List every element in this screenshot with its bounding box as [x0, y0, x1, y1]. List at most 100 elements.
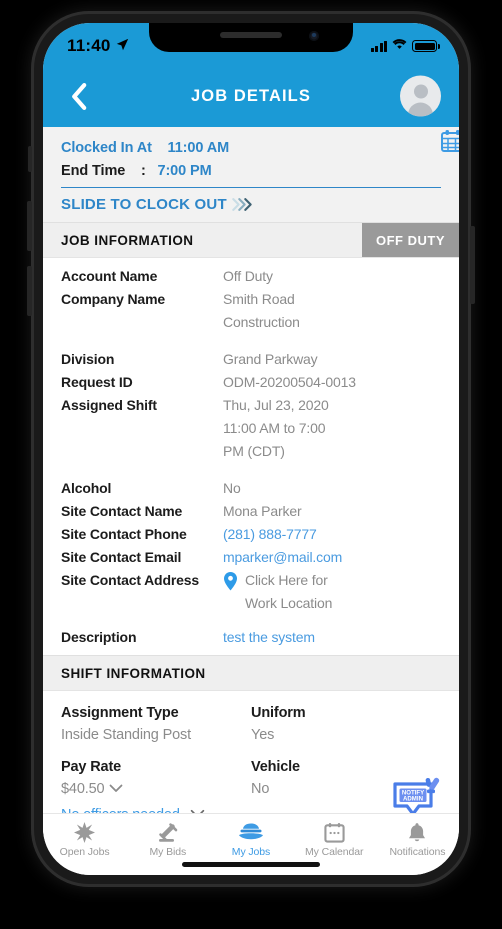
row-site-contact-name: Site Contact Name Mona Parker — [43, 500, 459, 523]
tab-label-my-bids: My Bids — [149, 846, 187, 858]
phone-notch — [149, 23, 353, 52]
row-account-name: Account Name Off Duty — [43, 265, 459, 288]
location-arrow-icon — [116, 36, 129, 56]
tab-notifications[interactable]: Notifications — [376, 821, 459, 858]
label-assigned-shift: Assigned Shift — [61, 397, 157, 413]
tab-label-my-calendar: My Calendar — [304, 846, 364, 858]
row-description: Description test the system — [43, 626, 459, 649]
shift-detail-group: Division Grand Parkway Request ID ODM-20… — [43, 130, 459, 470]
tab-my-bids[interactable]: My Bids — [126, 821, 209, 858]
page-title: JOB DETAILS — [191, 86, 311, 105]
map-pin-icon — [223, 572, 238, 591]
value-request-id: ODM-20200504-0013 — [223, 374, 356, 390]
gavel-icon — [157, 821, 179, 843]
value-site-contact-address[interactable]: Click Here for Work Location — [223, 569, 353, 615]
label-site-contact-address: Site Contact Address — [61, 572, 200, 588]
label-site-contact-name: Site Contact Name — [61, 503, 183, 519]
wifi-icon — [392, 37, 407, 55]
row-site-contact-phone: Site Contact Phone (281) 888-7777 — [43, 523, 459, 546]
tab-my-calendar[interactable]: My Calendar — [293, 821, 376, 858]
user-avatar-icon — [413, 84, 428, 99]
end-time-row: End Time : 7:00 PM — [61, 160, 441, 188]
label-uniform: Uniform — [251, 705, 306, 721]
label-site-contact-phone: Site Contact Phone — [61, 526, 187, 542]
end-time-value: 7:00 PM — [157, 163, 212, 179]
value-assigned-shift: Thu, Jul 23, 2020 11:00 AM to 7:00 PM (C… — [223, 397, 329, 459]
avatar[interactable] — [400, 75, 441, 117]
value-alcohol: No — [223, 480, 241, 496]
status-bar-indicators — [370, 33, 440, 55]
value-uniform: Yes — [251, 727, 275, 743]
value-site-contact-phone[interactable]: (281) 888-7777 — [223, 523, 441, 546]
assignment-uniform-row: Assignment Type Inside Standing Post Uni… — [43, 702, 459, 746]
pay-rate-dropdown[interactable]: $40.50 — [61, 778, 251, 800]
value-site-contact-email[interactable]: mparker@mail.com — [223, 546, 441, 569]
end-time-separator: : — [140, 163, 146, 179]
value-pay-rate: $40.50 — [61, 781, 105, 797]
value-company-name: Smith Road Construction — [223, 291, 300, 330]
front-camera — [309, 31, 319, 41]
status-bar-time-group: 11:40 — [67, 32, 129, 56]
value-account-name: Off Duty — [223, 268, 273, 284]
job-information-header: JOB INFORMATION OFF DUTY — [43, 222, 459, 258]
row-company-name: Company Name Smith Road Construction — [43, 288, 459, 334]
row-request-id: Request ID ODM-20200504-0013 — [43, 371, 459, 394]
earpiece-speaker — [220, 32, 282, 38]
value-division: Grand Parkway — [223, 351, 318, 367]
mute-switch[interactable] — [28, 146, 32, 172]
assignment-type-cell: Assignment Type Inside Standing Post — [61, 702, 251, 746]
status-badge: OFF DUTY — [362, 223, 459, 257]
end-time-label: End Time — [61, 163, 126, 179]
row-division: Division Grand Parkway — [43, 348, 459, 371]
row-site-contact-email: Site Contact Email mparker@mail.com — [43, 546, 459, 569]
star-burst-icon — [74, 821, 96, 843]
status-bar-time: 11:40 — [67, 36, 111, 55]
home-indicator[interactable] — [182, 862, 320, 867]
power-button[interactable] — [470, 226, 475, 304]
clocked-in-value: 11:00 AM — [167, 140, 230, 156]
police-cap-icon — [238, 821, 264, 843]
notify-admin-line2: ADMIN — [403, 796, 423, 803]
row-assigned-shift: Assigned Shift Thu, Jul 23, 2020 11:00 A… — [43, 130, 459, 463]
cellular-signal-icon — [370, 40, 387, 52]
calendar-icon[interactable] — [440, 129, 459, 153]
clock-in-panel: Clocked In At 11:00 AM End Time : 7:00 P… — [43, 127, 459, 222]
bell-icon — [407, 821, 427, 843]
contact-group: Alcohol No Site Contact Name Mona Parker… — [43, 470, 459, 622]
row-site-contact-address: Site Contact Address Click Here for Work… — [43, 569, 459, 615]
back-button[interactable] — [61, 79, 95, 113]
phone-screen: 11:40 JOB DETAILS Clocked In At 11:00 AM… — [43, 23, 459, 875]
shift-information-header: SHIFT INFORMATION — [43, 655, 459, 691]
tab-label-my-jobs: My Jobs — [231, 846, 271, 858]
label-description: Description — [61, 629, 137, 645]
job-information-content: Account Name Off Duty Company Name Smith… — [43, 130, 459, 655]
job-information-title: JOB INFORMATION — [61, 232, 194, 248]
slide-to-clock-out-label: SLIDE TO CLOCK OUT — [61, 196, 227, 213]
value-assignment-type: Inside Standing Post — [61, 727, 192, 743]
label-division: Division — [61, 351, 115, 367]
value-site-contact-name: Mona Parker — [223, 503, 302, 519]
volume-down-button[interactable] — [27, 266, 32, 316]
shift-information-content: Assignment Type Inside Standing Post Uni… — [43, 691, 459, 832]
tab-label-open-jobs: Open Jobs — [59, 846, 110, 858]
battery-icon — [412, 40, 440, 52]
phone-device-frame: 11:40 JOB DETAILS Clocked In At 11:00 AM… — [27, 9, 475, 889]
chevron-down-icon — [109, 778, 123, 800]
tab-label-notifications: Notifications — [389, 846, 446, 858]
tab-my-jobs[interactable]: My Jobs — [209, 821, 292, 858]
label-pay-rate: Pay Rate — [61, 759, 122, 775]
site-contact-address-text: Click Here for Work Location — [245, 572, 333, 611]
value-description[interactable]: test the system — [223, 626, 441, 649]
clocked-in-row: Clocked In At 11:00 AM — [61, 137, 441, 160]
slide-to-clock-out-control[interactable]: SLIDE TO CLOCK OUT — [61, 188, 441, 213]
tab-open-jobs[interactable]: Open Jobs — [43, 821, 126, 858]
description-group: Description test the system — [43, 622, 459, 655]
calendar-icon — [324, 821, 345, 843]
account-group: Account Name Off Duty Company Name Smith… — [43, 258, 459, 341]
triple-chevron-right-icon — [232, 197, 254, 212]
clocked-in-label: Clocked In At — [61, 140, 152, 156]
volume-up-button[interactable] — [27, 201, 32, 251]
label-assignment-type: Assignment Type — [61, 705, 179, 721]
shift-information-title: SHIFT INFORMATION — [61, 665, 206, 681]
label-request-id: Request ID — [61, 374, 133, 390]
